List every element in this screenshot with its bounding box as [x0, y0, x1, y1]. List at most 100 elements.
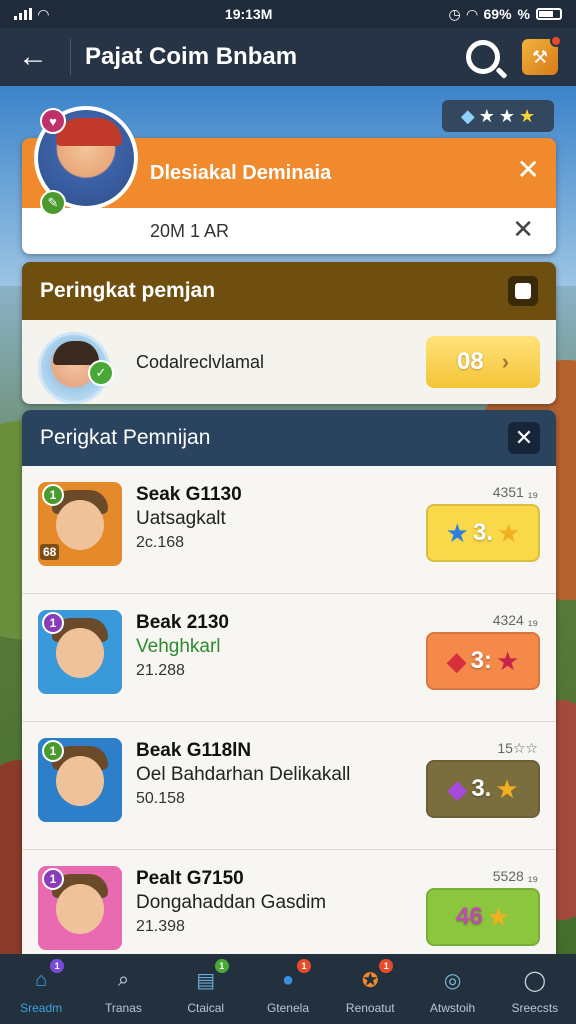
leaderboard-row[interactable]: 1 Beak 2130 Vehghkarl 21.288 4324 ₁₉ ◆ 3:…: [22, 594, 556, 722]
star-icon: ★: [478, 105, 495, 126]
purple-gem-icon: ◆: [447, 773, 468, 804]
leaderboard-title: Perigkat Pemnijan: [40, 426, 211, 449]
leaderboard-row[interactable]: 1 Pealt G7150 Dongahaddan Gasdim 21.398 …: [22, 850, 556, 970]
reward-value: 3.: [472, 519, 493, 546]
nav-item-search[interactable]: ⌕ Tranas: [87, 963, 159, 1016]
nav-label: Renoatut: [345, 1001, 395, 1015]
nav-badge: 1: [50, 959, 65, 973]
profile-icon: ◯: [523, 969, 547, 992]
nav-item-profile[interactable]: ◯ Sreecsts: [499, 963, 571, 1016]
thumbnail-tail: [39, 939, 59, 950]
ranking-title: Peringkat pemjan: [40, 279, 216, 302]
trophy-icon: ✪ 1: [353, 959, 394, 997]
thumbnail-tail: [39, 683, 59, 694]
gold-star-icon: ★: [497, 517, 521, 548]
blue-star-icon: ★: [445, 517, 469, 548]
row-subtitle: Uatsagkalt: [136, 508, 226, 529]
nav-item-home[interactable]: ⌂ 1 Sreadm: [5, 959, 77, 1015]
bottom-navigation: ⌂ 1 Sreadm ⌕ Tranas ▤ 1 Ctaical ● 1 Gten…: [0, 954, 576, 1024]
red-gem-icon: ◆: [446, 645, 467, 676]
reward-value: 3.: [471, 775, 492, 802]
ranking-player-name: Codalreclvlamal: [136, 351, 265, 372]
star-icon: ★: [518, 105, 536, 126]
battery-icon: [535, 8, 562, 20]
leaderboard-panel: Perigkat Pemnijan ✕ 68 1 Seak G1130 Uats…: [22, 410, 556, 970]
close-icon[interactable]: ✕: [508, 422, 540, 454]
chat-icon: ● 1: [271, 959, 311, 997]
gem-icon: ◆: [460, 105, 475, 126]
leaderboard-list: 68 1 Seak G1130 Uatsagkalt 2c.168 4351 ₁…: [22, 466, 556, 970]
nav-label: Gtenela: [266, 1001, 309, 1015]
close-icon[interactable]: ✕: [512, 216, 534, 242]
ranking-score-value: 08: [456, 348, 484, 375]
nav-badge: 1: [379, 959, 394, 973]
check-badge-icon: ✓: [88, 360, 114, 386]
rank-number-badge: 1: [42, 740, 64, 762]
thumbnail-face: [56, 884, 104, 934]
row-value: 21.288: [136, 662, 185, 679]
ranking-score-button[interactable]: 08 ›: [426, 336, 540, 388]
game-app-icon[interactable]: ⚒: [522, 35, 562, 75]
reward-button[interactable]: ◆ 3: ★: [426, 632, 540, 690]
row-meta: 15☆☆: [497, 740, 538, 756]
star-icon: ★: [498, 105, 515, 126]
rating-pill: ◆ ★ ★ ★: [442, 100, 554, 132]
rank-number-badge: 1: [42, 868, 64, 890]
thumbnail-face: [56, 500, 104, 550]
wifi-icon: ◠: [38, 5, 49, 22]
status-bar: ◠ 19:13M ◷ ◠ 69% %: [0, 0, 576, 28]
nav-item-chat[interactable]: ● 1 Gtenela: [252, 959, 324, 1015]
leaderboard-row[interactable]: 1 Beak G118lN Oel Bahdarhan Delikakall 5…: [22, 722, 556, 850]
row-value: 21.398: [136, 918, 185, 935]
status-left: ◠: [14, 6, 49, 23]
nav-label: Ctaical: [187, 1001, 225, 1015]
red-star-icon: ★: [496, 645, 520, 676]
page-title: Pajat Coim Bnbam: [85, 43, 298, 70]
tasks-icon: ▤ 1: [189, 959, 229, 997]
row-subtitle: Vehghkarl: [136, 636, 221, 657]
tool-icon: ⚒: [531, 46, 549, 67]
home-icon: ⌂ 1: [24, 959, 65, 997]
nav-label: Tranas: [104, 1001, 142, 1015]
row-subtitle: Oel Bahdarhan Delikakall: [136, 764, 351, 785]
notification-title: Dlesiakal Deminaia: [150, 161, 332, 184]
thumbnail-level: 68: [40, 544, 60, 560]
alarm-icon: ◷: [448, 5, 461, 22]
back-icon[interactable]: ←: [18, 42, 58, 72]
nav-badge: 1: [214, 959, 229, 973]
thumbnail-tail: [39, 811, 59, 822]
close-icon[interactable]: ✕: [517, 156, 540, 184]
reward-value: 46: [455, 903, 483, 930]
leaderboard-header: Perigkat Pemnijan ✕: [22, 410, 556, 466]
gold-star-icon: ★: [486, 901, 510, 932]
search-icon[interactable]: [466, 40, 500, 74]
nav-label: Sreecsts: [511, 1001, 559, 1015]
row-meta: 4351 ₁₉: [492, 484, 538, 500]
globe-icon: ◎: [443, 969, 462, 992]
row-meta: 4324 ₁₉: [492, 612, 538, 628]
rank-number-badge: 1: [42, 484, 64, 506]
signal-icon: [14, 8, 32, 20]
nav-badge: 1: [296, 959, 311, 973]
reward-button[interactable]: ◆ 3. ★: [426, 760, 540, 818]
row-title: Beak 2130: [136, 612, 229, 633]
bag-icon[interactable]: [508, 276, 538, 306]
nav-item-tasks[interactable]: ▤ 1 Ctaical: [170, 959, 242, 1015]
nav-item-trophy[interactable]: ✪ 1 Renoatut: [334, 959, 406, 1015]
ranking-header: Peringkat pemjan: [22, 262, 556, 320]
reward-button[interactable]: ★ 3. ★: [426, 504, 540, 562]
reward-button[interactable]: 46 ★: [426, 888, 540, 946]
row-title: Beak G118lN: [136, 740, 252, 761]
avatar-hair: [53, 341, 99, 365]
gold-star-icon: ★: [495, 773, 519, 804]
nav-item-globe[interactable]: ◎ Atwstoih: [417, 963, 489, 1016]
notification-dot: [550, 35, 562, 47]
rank-number-badge: 1: [42, 612, 64, 634]
thumbnail-face: [56, 628, 104, 678]
row-value: 2c.168: [136, 534, 185, 551]
row-title: Seak G1130: [136, 484, 242, 505]
nav-label: Atwstoih: [429, 1001, 476, 1015]
leaderboard-row[interactable]: 68 1 Seak G1130 Uatsagkalt 2c.168 4351 ₁…: [22, 466, 556, 594]
row-title: Pealt G7150: [136, 868, 244, 889]
nav-label: Sreadm: [20, 1001, 63, 1015]
